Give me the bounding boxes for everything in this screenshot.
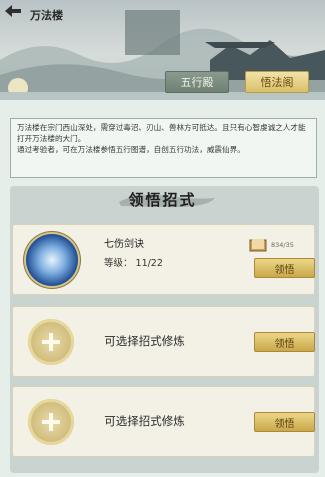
sword-skill-icon[interactable]	[26, 234, 78, 286]
book-count: 834/35	[271, 241, 294, 249]
top-banner: 万法楼 五行殿 悟法阁	[0, 0, 325, 100]
description-line: 万法楼在宗门西山深处，需穿过毒沼、刃山、兽林方可抵达。且只有心智虔诚之人才能打开…	[17, 123, 306, 143]
description-line: 通过考验者，可在万法楼参悟五行图谱，自创五行功法，威震仙界。	[17, 145, 245, 154]
learn-button[interactable]: 领悟	[254, 258, 315, 278]
skill-level: 等级： 11/22	[104, 258, 163, 269]
tab-wuxing-hall[interactable]: 五行殿	[165, 71, 229, 93]
book-icon	[249, 239, 267, 252]
skill-card[interactable]: 七伤剑诀 等级： 11/22 834/35 领悟	[12, 224, 315, 295]
back-arrow-icon[interactable]	[5, 5, 25, 21]
page-title: 万法楼	[30, 9, 63, 22]
learn-button[interactable]: 领悟	[254, 412, 315, 432]
empty-skill-slot[interactable]: 可选择招式修炼 领悟	[12, 306, 315, 377]
section-title: 领悟招式	[128, 191, 197, 209]
empty-skill-slot[interactable]: 可选择招式修炼 领悟	[12, 386, 315, 457]
tab-wufa-pavilion[interactable]: 悟法阁	[245, 71, 309, 93]
skill-name: 七伤剑诀	[104, 239, 144, 250]
learn-button[interactable]: 领悟	[254, 332, 315, 352]
description-panel: 万法楼在宗门西山深处，需穿过毒沼、刃山、兽林方可抵达。且只有心智虔诚之人才能打开…	[10, 118, 317, 178]
